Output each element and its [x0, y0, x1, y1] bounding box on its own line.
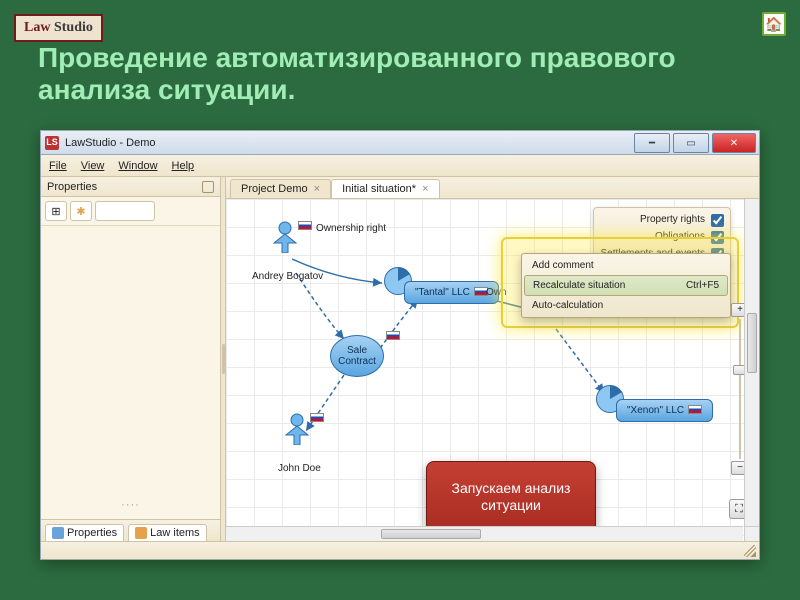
flag-icon: [688, 405, 702, 414]
properties-title: Properties: [47, 181, 97, 193]
flag-icon: [386, 331, 400, 340]
node-tantal[interactable]: "Tantal" LLC: [404, 281, 499, 304]
app-icon: LS: [45, 136, 59, 150]
properties-header: Properties: [41, 177, 220, 197]
flag-icon: [298, 221, 312, 230]
home-button[interactable]: 🏠: [762, 12, 786, 36]
menu-help[interactable]: Help: [172, 160, 195, 172]
menu-window[interactable]: Window: [118, 160, 157, 172]
titlebar: LS LawStudio - Demo ━ ▭ ✕: [41, 131, 759, 155]
home-icon: 🏠: [765, 16, 782, 33]
tab-project-demo[interactable]: Project Demo×: [230, 179, 331, 198]
legend-rights-checkbox[interactable]: [711, 214, 724, 227]
callout: Запускаем анализ ситуации: [426, 461, 596, 533]
menu-file[interactable]: File: [49, 160, 67, 172]
flag-icon: [310, 413, 324, 422]
editor-area: Project Demo× Initial situation*×: [226, 177, 759, 541]
toolbar-btn-2[interactable]: ✱: [70, 201, 92, 221]
node-sale-contract[interactable]: Sale Contract: [330, 335, 384, 377]
tab-properties[interactable]: Properties: [45, 524, 124, 541]
pin-icon[interactable]: [202, 181, 214, 193]
document-tabs: Project Demo× Initial situation*×: [226, 177, 759, 199]
logo-text-1: Law: [24, 20, 50, 35]
logo: Law Studio: [14, 14, 103, 42]
person-icon: [272, 221, 298, 253]
properties-toolbar: ⊞ ✱: [41, 197, 220, 226]
grid-icon: [52, 527, 64, 539]
maximize-button[interactable]: ▭: [673, 133, 709, 153]
slide-title: Проведение автоматизированного правового…: [38, 22, 770, 106]
window-controls: ━ ▭ ✕: [634, 131, 759, 153]
ctx-add-comment[interactable]: Add comment: [524, 256, 728, 275]
legend-rights-label: Property rights: [640, 214, 705, 227]
properties-tabs: Properties Law items: [41, 519, 220, 541]
book-icon: [135, 527, 147, 539]
resize-grip[interactable]: [744, 545, 756, 557]
ctx-auto-calculation[interactable]: Auto-calculation: [524, 296, 728, 315]
toolbar-select[interactable]: [95, 201, 155, 221]
properties-panel: Properties ⊞ ✱ ···· Properties Law items: [41, 177, 221, 541]
app-window: LS LawStudio - Demo ━ ▭ ✕ File View Wind…: [40, 130, 760, 560]
zoom-track: [739, 319, 741, 459]
horizontal-scrollbar[interactable]: [226, 526, 743, 541]
context-menu-highlight: Add comment Recalculate situationCtrl+F5…: [521, 253, 731, 318]
logo-text-2: Studio: [50, 20, 92, 35]
window-title: LawStudio - Demo: [65, 137, 156, 149]
statusbar: [41, 541, 759, 559]
ownership-label: Ownership right: [316, 223, 386, 234]
menu-view[interactable]: View: [81, 160, 105, 172]
john-label: John Doe: [278, 463, 321, 474]
tab-law-items[interactable]: Law items: [128, 524, 207, 541]
scroll-corner: [744, 526, 759, 541]
context-menu: Add comment Recalculate situationCtrl+F5…: [521, 253, 731, 318]
close-button[interactable]: ✕: [712, 133, 756, 153]
slide: Law Studio 🏠 Проведение автоматизированн…: [0, 0, 800, 600]
person-icon: [284, 413, 310, 445]
callout-text: Запускаем анализ ситуации: [427, 480, 595, 514]
tab-initial-situation[interactable]: Initial situation*×: [331, 179, 439, 198]
menubar: File View Window Help: [41, 155, 759, 177]
node-xenon[interactable]: "Xenon" LLC: [616, 399, 713, 422]
splitter-dots: ····: [121, 499, 140, 511]
vertical-scrollbar[interactable]: [744, 199, 759, 526]
diagram-canvas[interactable]: Andrey Bogatov Ownership right "Tantal" …: [226, 199, 759, 541]
toolbar-btn-1[interactable]: ⊞: [45, 201, 67, 221]
minimize-button[interactable]: ━: [634, 133, 670, 153]
properties-body: ····: [41, 226, 220, 541]
ctx-recalculate[interactable]: Recalculate situationCtrl+F5: [524, 275, 728, 296]
andrey-label: Andrey Bogatov: [252, 271, 323, 282]
